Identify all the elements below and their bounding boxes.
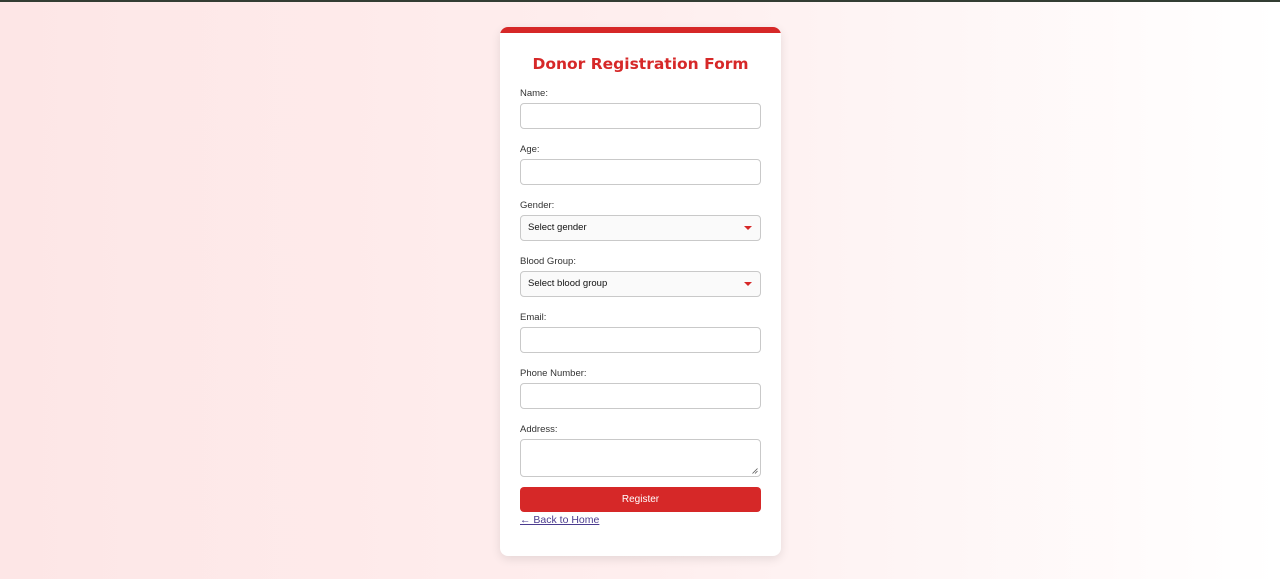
top-border — [0, 0, 1280, 2]
address-textarea[interactable] — [520, 439, 761, 477]
address-label: Address: — [520, 424, 558, 435]
email-label: Email: — [520, 312, 547, 323]
name-label: Name: — [520, 88, 548, 99]
gender-select[interactable]: Select gender — [520, 215, 761, 241]
resize-handle-icon[interactable] — [752, 468, 758, 474]
register-button[interactable]: Register — [520, 487, 761, 512]
name-input[interactable] — [520, 103, 761, 129]
email-input[interactable] — [520, 327, 761, 353]
blood-group-label: Blood Group: — [520, 256, 576, 267]
caret-down-icon — [744, 282, 752, 286]
back-to-home-link[interactable]: ← Back to Home — [520, 513, 599, 527]
caret-down-icon — [744, 226, 752, 230]
gender-select-value: Select gender — [528, 222, 587, 233]
form-title: Donor Registration Form — [532, 55, 749, 73]
registration-card: Donor Registration Form Name: Age: Gende… — [500, 27, 781, 556]
phone-label: Phone Number: — [520, 368, 587, 379]
age-input[interactable] — [520, 159, 761, 185]
age-label: Age: — [520, 144, 540, 155]
gender-label: Gender: — [520, 200, 555, 211]
phone-input[interactable] — [520, 383, 761, 409]
blood-group-select[interactable]: Select blood group — [520, 271, 761, 297]
blood-group-select-value: Select blood group — [528, 278, 608, 289]
card-accent-bar — [500, 27, 781, 33]
